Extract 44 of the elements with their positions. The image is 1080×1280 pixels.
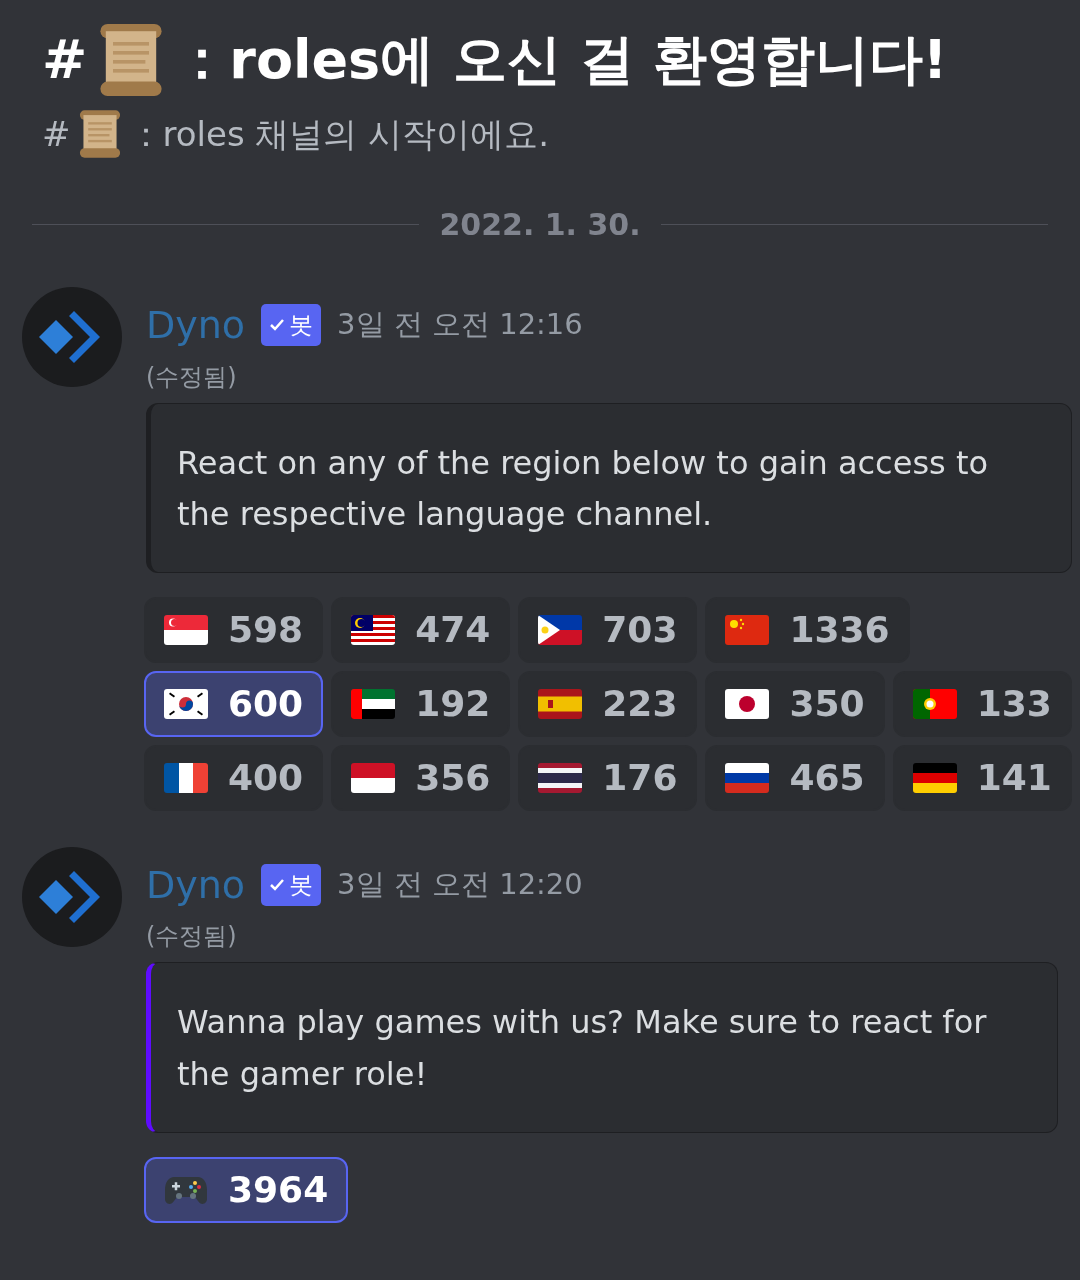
flag-icon [164, 614, 208, 645]
reaction-button[interactable]: 598 [144, 596, 324, 663]
edited-label: (수정됨) [146, 361, 238, 393]
channel-subtitle: ：roles 채널의 시작이에요. [128, 112, 550, 156]
embed-text: React on any of the region below to gain access to the respective language channel. [146, 402, 1072, 573]
flag-icon [351, 614, 396, 645]
edited-label: (수정됨) [146, 921, 238, 953]
flag-icon [538, 762, 583, 793]
reaction-button[interactable]: 223 [518, 670, 698, 737]
date-divider: 2022. 1. 30. [438, 206, 642, 244]
embed-text: Wanna play games with us? Make sure to react for the gamer role! [146, 962, 1058, 1133]
hash-symbol: # [42, 26, 88, 93]
flag-icon [725, 762, 770, 793]
bot-tag: 봇 [261, 303, 322, 346]
reaction-button[interactable]: 600 [144, 670, 324, 737]
reaction-button[interactable]: 141 [892, 744, 1072, 811]
flag-icon [351, 762, 396, 793]
reaction-button[interactable]: 703 [518, 596, 698, 663]
reaction-button[interactable]: 3964 [144, 1156, 349, 1223]
reaction-button[interactable]: 1336 [705, 596, 910, 663]
flag-icon [538, 688, 583, 719]
flag-icon [912, 762, 957, 793]
reaction-button[interactable]: 465 [705, 744, 885, 811]
avatar-icon [22, 287, 122, 387]
flag-icon [725, 614, 770, 645]
reaction-button[interactable]: 176 [518, 744, 698, 811]
reaction-button[interactable]: 350 [705, 670, 885, 737]
flag-icon [164, 762, 208, 793]
reaction-button[interactable]: 192 [331, 670, 511, 737]
flag-icon [912, 688, 957, 719]
flag-icon [725, 688, 770, 719]
reaction-button[interactable]: 474 [331, 596, 511, 663]
reaction-button[interactable]: 133 [892, 670, 1072, 737]
flag-icon [164, 688, 208, 719]
flag-icon [351, 688, 396, 719]
timestamp: 3일 전 오전 12:20 [337, 865, 583, 903]
flag-icon [538, 614, 583, 645]
hash-symbol: # [42, 112, 71, 156]
channel-title: ：roles에 오신 걸 환영합니다! [175, 26, 948, 93]
reaction-button[interactable]: 356 [331, 744, 511, 811]
bot-tag: 봇 [261, 863, 322, 906]
avatar-icon [22, 846, 122, 947]
timestamp: 3일 전 오전 12:16 [337, 306, 583, 343]
reaction-button[interactable]: 400 [144, 744, 324, 811]
